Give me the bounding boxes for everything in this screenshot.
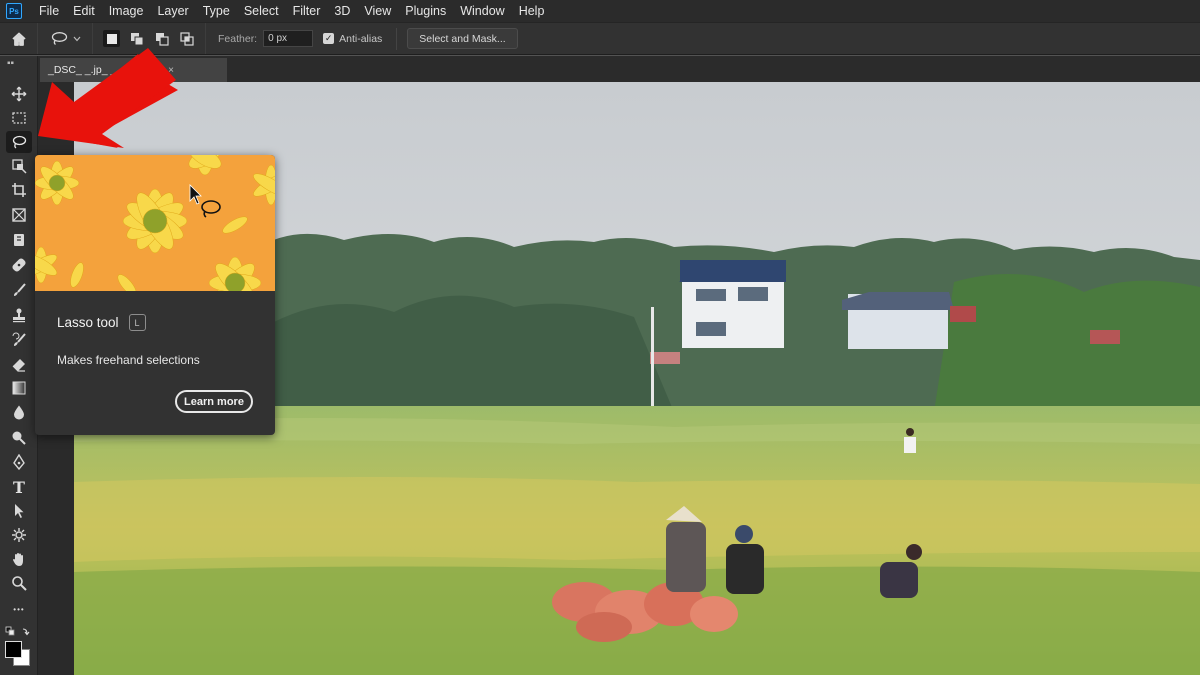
- eraser-tool[interactable]: [6, 354, 32, 376]
- menu-3d[interactable]: 3D: [327, 0, 357, 22]
- menu-filter[interactable]: Filter: [286, 0, 328, 22]
- crop-tool[interactable]: [6, 179, 32, 201]
- marquee-tool[interactable]: [6, 107, 32, 129]
- panel-grip-icon[interactable]: ▪▪: [7, 58, 14, 69]
- feather-label: Feather:: [218, 32, 258, 45]
- antialias-option[interactable]: ✓ Anti-alias: [323, 33, 382, 45]
- menu-image[interactable]: Image: [102, 0, 151, 22]
- chevron-down-icon: [73, 36, 80, 41]
- hand-icon: [13, 553, 23, 566]
- frame-icon: [12, 208, 26, 222]
- zoom-tool[interactable]: [6, 572, 32, 594]
- home-button[interactable]: [0, 23, 38, 54]
- menu-edit[interactable]: Edit: [66, 0, 102, 22]
- dodge-icon: [12, 431, 26, 445]
- eyedropper-tool[interactable]: [6, 229, 32, 251]
- intersect-selection-button[interactable]: [178, 30, 195, 47]
- pen-icon: [13, 454, 25, 470]
- more-tools[interactable]: •••: [6, 598, 32, 620]
- menu-window[interactable]: Window: [453, 0, 511, 22]
- menu-bar: Ps File Edit Image Layer Type Select Fil…: [0, 0, 1200, 22]
- arrow-cursor-icon: [15, 504, 24, 518]
- add-selection-button[interactable]: [128, 30, 145, 47]
- home-icon: [11, 32, 26, 46]
- select-and-mask-button[interactable]: Select and Mask...: [407, 28, 518, 49]
- crop-icon: [12, 183, 26, 197]
- object-selection-tool[interactable]: [6, 155, 32, 177]
- blur-tool[interactable]: [6, 401, 32, 423]
- clone-stamp-tool[interactable]: [6, 304, 32, 326]
- antialias-label: Anti-alias: [339, 32, 383, 45]
- more-icon: •••: [13, 604, 25, 614]
- foreground-color-swatch[interactable]: [5, 641, 22, 658]
- drop-icon: [14, 405, 24, 420]
- menu-view[interactable]: View: [357, 0, 398, 22]
- eyedropper-icon: [14, 234, 24, 246]
- options-divider: [396, 27, 398, 50]
- document-tab-bar: _DSC_ _.jp_ _ _RGB/8) ×: [38, 56, 1200, 82]
- menu-select[interactable]: Select: [237, 0, 286, 22]
- shape-icon: [12, 528, 26, 542]
- red-arrow-icon: [38, 48, 178, 148]
- learn-more-button[interactable]: Learn more: [175, 390, 253, 413]
- menu-layer[interactable]: Layer: [150, 0, 195, 22]
- path-selection-tool[interactable]: [6, 500, 32, 522]
- antialias-checkbox[interactable]: ✓: [323, 33, 335, 44]
- new-selection-icon: [106, 33, 117, 44]
- lasso-icon: [12, 135, 27, 149]
- subtract-selection-button[interactable]: [153, 30, 170, 47]
- pen-tool[interactable]: [6, 451, 32, 473]
- history-brush-icon: [12, 332, 26, 346]
- new-selection-button[interactable]: [103, 30, 120, 47]
- tooltip-preview-image: [35, 155, 275, 291]
- menu-plugins[interactable]: Plugins: [398, 0, 453, 22]
- shortcut-key-badge: L: [128, 314, 146, 331]
- bandage-icon: [12, 258, 26, 272]
- type-tool[interactable]: T: [6, 476, 32, 498]
- eraser-icon: [12, 359, 25, 372]
- lasso-icon: [51, 31, 67, 45]
- default-colors-icon[interactable]: [5, 626, 31, 638]
- menu-help[interactable]: Help: [512, 0, 552, 22]
- feather-input[interactable]: [263, 30, 314, 47]
- tooltip-title: Lasso tool: [57, 315, 119, 330]
- photoshop-logo[interactable]: Ps: [6, 3, 22, 19]
- stamp-icon: [13, 308, 25, 323]
- intersect-selection-icon: [179, 31, 194, 46]
- add-selection-icon: [130, 32, 143, 45]
- type-icon: T: [13, 477, 25, 497]
- zoom-icon: [12, 576, 27, 591]
- tool-tooltip-card: Lasso tool L Makes freehand selections L…: [35, 155, 275, 435]
- move-icon: [11, 86, 27, 102]
- tooltip-title-row: Lasso tool L: [57, 314, 146, 331]
- dodge-tool[interactable]: [6, 426, 32, 448]
- menu-type[interactable]: Type: [196, 0, 237, 22]
- healing-brush-tool[interactable]: [6, 254, 32, 276]
- frame-tool[interactable]: [6, 204, 32, 226]
- menu-file[interactable]: File: [32, 0, 66, 22]
- subtract-selection-icon: [155, 32, 169, 46]
- history-brush-tool[interactable]: [6, 329, 32, 351]
- gradient-icon: [12, 381, 26, 395]
- tooltip-description: Makes freehand selections: [57, 353, 200, 367]
- gradient-tool[interactable]: [6, 377, 32, 399]
- brush-tool[interactable]: [6, 279, 32, 301]
- move-tool[interactable]: [6, 83, 32, 105]
- tools-panel: ▪▪ T •••: [0, 56, 38, 675]
- marquee-icon: [12, 112, 26, 124]
- brush-icon: [14, 283, 26, 296]
- object-selection-icon: [12, 159, 27, 174]
- lasso-tool[interactable]: [6, 131, 32, 153]
- shape-tool[interactable]: [6, 524, 32, 546]
- hand-tool[interactable]: [6, 548, 32, 570]
